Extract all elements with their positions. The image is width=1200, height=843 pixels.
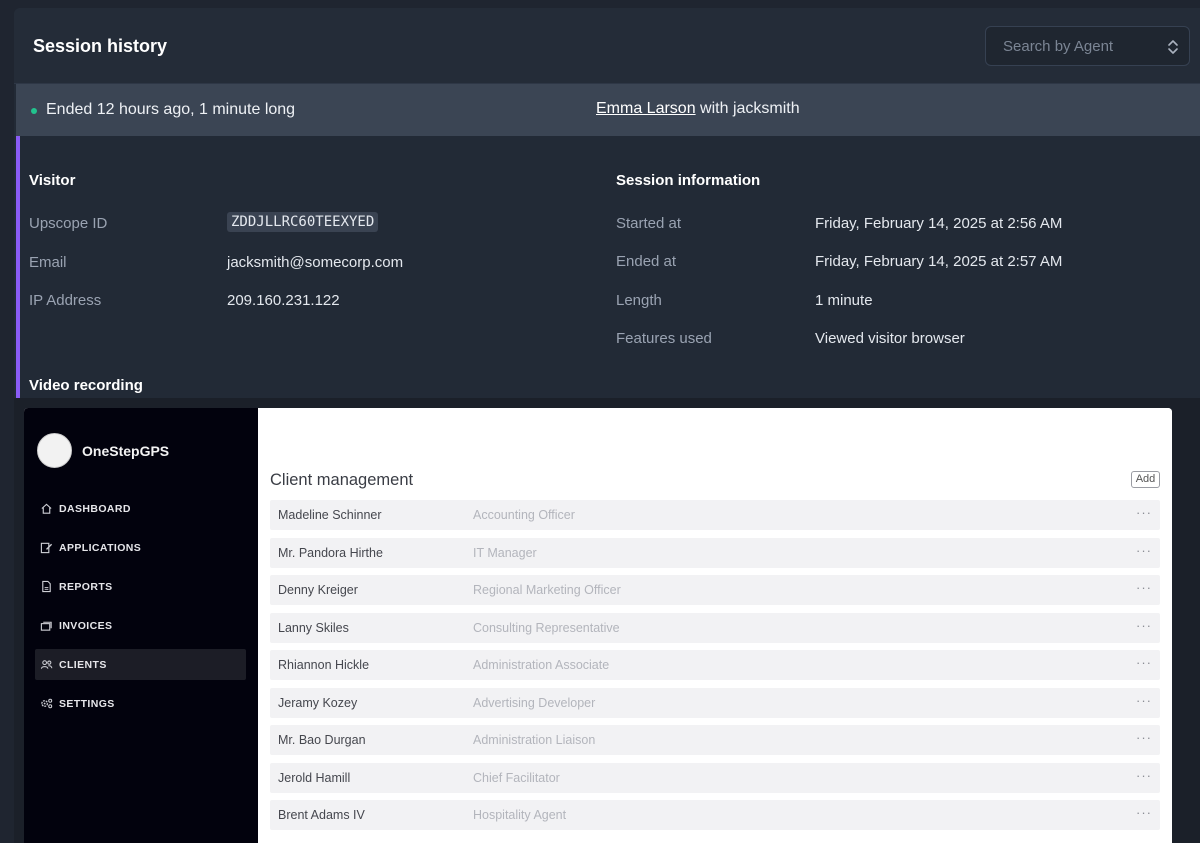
client-role: Consulting Representative: [473, 620, 620, 635]
page-title: Session history: [33, 36, 168, 56]
nav-label: DASHBOARD: [59, 503, 131, 515]
nav-label: APPLICATIONS: [59, 542, 142, 554]
client-role: Advertising Developer: [473, 695, 596, 710]
table-row[interactable]: Denny Kreiger Regional Marketing Officer…: [270, 575, 1160, 605]
chevron-updown-icon: [1168, 40, 1178, 54]
nav-label: REPORTS: [59, 581, 113, 593]
client-role: Chief Facilitator: [473, 770, 560, 785]
nav-label: CLIENTS: [59, 659, 107, 671]
table-row[interactable]: Lanny Skiles Consulting Representative ·…: [270, 612, 1160, 643]
agent-line: Emma Larson with jacksmith: [596, 100, 800, 118]
agent-search-input[interactable]: [986, 27, 1189, 65]
upscope-id-code: ZDDJLLRC60TEEXYED: [227, 212, 379, 232]
nav-item-applications[interactable]: APPLICATIONS: [35, 532, 246, 563]
table-row[interactable]: Mr. Pandora Hirthe IT Manager ···: [270, 537, 1160, 568]
client-name: Rhiannon Hickle: [278, 658, 370, 672]
more-options-icon[interactable]: ···: [1136, 805, 1152, 820]
features-used-value: Viewed visitor browser: [815, 330, 965, 347]
header-bar: Session history: [14, 8, 1200, 84]
more-options-icon[interactable]: ···: [1136, 505, 1152, 520]
more-options-icon[interactable]: ···: [1136, 618, 1152, 633]
video-recording[interactable]: OneStepGPS DASHBOARD APPLICATIONS REPORT…: [24, 408, 1172, 843]
upscope-id-value: ZDDJLLRC60TEEXYED: [227, 212, 379, 232]
table-row[interactable]: Mr. Bao Durgan Administration Liaison ··…: [270, 725, 1160, 755]
ip-address-value: 209.160.231.122: [227, 292, 340, 309]
stack-icon: [40, 621, 52, 631]
agent-link[interactable]: Emma Larson: [596, 100, 696, 117]
nav-item-invoices[interactable]: INVOICES: [35, 610, 246, 641]
ended-at-label: Ended at: [616, 253, 677, 270]
client-name: Denny Kreiger: [278, 583, 358, 597]
more-options-icon[interactable]: ···: [1136, 693, 1152, 708]
length-value: 1 minute: [815, 292, 873, 309]
client-name: Lanny Skiles: [278, 620, 349, 635]
table-row[interactable]: Jeramy Kozey Advertising Developer ···: [270, 687, 1160, 718]
edit-icon: [40, 542, 53, 554]
session-ended-text: Ended 12 hours ago, 1 minute long: [46, 101, 296, 118]
ended-at-value: Friday, February 14, 2025 at 2:57 AM: [815, 253, 1063, 270]
table-row[interactable]: Rhiannon Hickle Administration Associate…: [270, 650, 1160, 680]
client-role: Regional Marketing Officer: [473, 583, 621, 597]
more-options-icon[interactable]: ···: [1136, 730, 1152, 745]
table-row[interactable]: Jerold Hamill Chief Facilitator ···: [270, 762, 1160, 793]
upscope-id-label: Upscope ID: [29, 215, 108, 232]
email-label: Email: [29, 254, 67, 271]
client-role: Administration Associate: [473, 658, 610, 672]
client-name: Jerold Hamill: [278, 770, 351, 785]
visitor-heading: Visitor: [29, 172, 76, 189]
client-name: Mr. Pandora Hirthe: [278, 545, 383, 560]
client-role: IT Manager: [473, 545, 537, 560]
nav-item-reports[interactable]: REPORTS: [35, 571, 246, 602]
more-options-icon[interactable]: ···: [1136, 655, 1152, 670]
gears-icon: [41, 698, 53, 709]
users-icon: [40, 660, 53, 669]
started-at-label: Started at: [616, 215, 682, 232]
length-label: Length: [616, 292, 662, 309]
recorded-app-sidebar: OneStepGPS DASHBOARD APPLICATIONS REPORT…: [24, 408, 258, 843]
nav-label: SETTINGS: [59, 698, 115, 710]
client-name: Madeline Schinner: [278, 508, 382, 522]
client-role: Hospitality Agent: [473, 808, 567, 822]
home-icon: [41, 503, 52, 514]
status-dot: [31, 108, 37, 114]
nav-item-settings[interactable]: SETTINGS: [35, 688, 246, 719]
client-name: Brent Adams IV: [278, 808, 365, 822]
brand-logo: [37, 433, 72, 468]
client-role: Administration Liaison: [473, 733, 596, 747]
document-icon: [42, 580, 51, 593]
recorded-app-main: Client management Add Madeline Schinner …: [258, 408, 1172, 843]
brand-name: OneStepGPS: [82, 443, 170, 459]
table-row[interactable]: Brent Adams IV Hospitality Agent ···: [270, 800, 1160, 830]
agent-search[interactable]: [985, 26, 1190, 66]
ip-address-label: IP Address: [29, 292, 102, 309]
email-value: jacksmith@somecorp.com: [227, 254, 404, 271]
nav-item-clients[interactable]: CLIENTS: [35, 649, 246, 680]
features-used-label: Features used: [616, 330, 712, 347]
nav-item-dashboard[interactable]: DASHBOARD: [35, 493, 246, 524]
session-status-bar[interactable]: Ended 12 hours ago, 1 minute long Emma L…: [16, 84, 1200, 136]
started-at-value: Friday, February 14, 2025 at 2:56 AM: [815, 215, 1063, 232]
client-name: Mr. Bao Durgan: [278, 733, 366, 747]
more-options-icon[interactable]: ···: [1136, 580, 1152, 595]
client-name: Jeramy Kozey: [278, 695, 358, 710]
more-options-icon[interactable]: ···: [1136, 543, 1152, 558]
visitor-with-text: with jacksmith: [695, 100, 800, 117]
video-recording-heading: Video recording: [29, 377, 143, 394]
table-row[interactable]: Madeline Schinner Accounting Officer ···: [270, 500, 1160, 530]
session-info-heading: Session information: [616, 172, 761, 189]
add-client-button[interactable]: Add: [1131, 471, 1160, 488]
more-options-icon[interactable]: ···: [1136, 768, 1152, 783]
client-management-title: Client management: [270, 471, 414, 489]
nav-label: INVOICES: [59, 620, 113, 632]
client-role: Accounting Officer: [473, 508, 575, 522]
